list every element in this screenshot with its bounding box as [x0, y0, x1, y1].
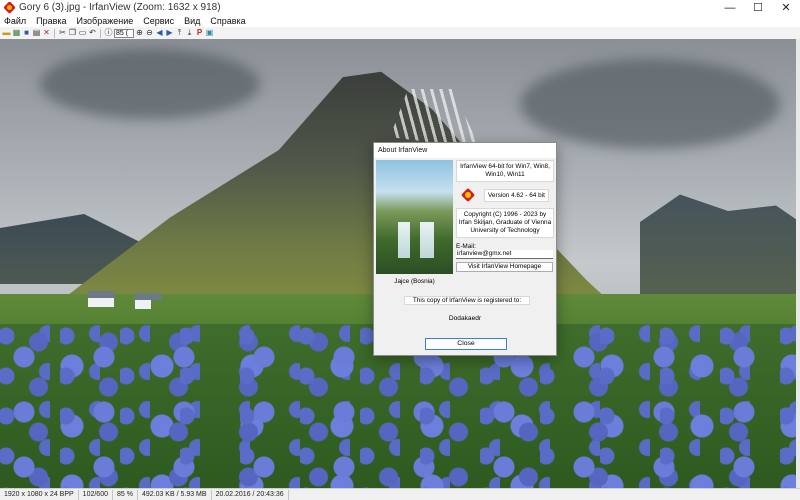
photo-caption: Jajce (Bosnia) — [394, 278, 435, 285]
email-field[interactable]: irfanview@gmx.net — [456, 250, 553, 259]
email-label: E-Mail: — [456, 243, 476, 250]
menu-file[interactable]: Файл — [4, 16, 26, 26]
undo-icon[interactable]: ↶ — [88, 29, 97, 38]
minimize-button[interactable]: — — [716, 0, 744, 15]
menu-view[interactable]: Вид — [184, 16, 200, 26]
open-folder-icon[interactable]: ▬ — [2, 29, 11, 38]
first-image-icon[interactable]: ⤒ — [175, 29, 184, 38]
info-icon[interactable]: ⓘ — [104, 29, 113, 38]
about-dialog: About IrfanView Jajce (Bosnia) IrfanView… — [373, 142, 557, 356]
menu-image[interactable]: Изображение — [77, 16, 134, 26]
copyright-text: Copyright (C) 1996 - 2023 by Irfan Skilj… — [456, 208, 554, 238]
paste-icon[interactable]: ▭ — [78, 29, 87, 38]
version-text: Version 4.62 - 64 bit — [484, 188, 549, 202]
about-photo — [376, 160, 453, 274]
maximize-button[interactable]: ☐ — [744, 0, 772, 15]
save-icon[interactable]: ■ — [22, 29, 31, 38]
about-dialog-title[interactable]: About IrfanView — [374, 143, 556, 158]
version-row: Version 4.62 - 64 bit — [456, 188, 554, 202]
irfanview-app-icon[interactable] — [4, 2, 15, 13]
delete-icon[interactable]: ✕ — [42, 29, 51, 38]
previous-image-icon[interactable]: ◀ — [155, 29, 164, 38]
about-info: IrfanView 64-bit for Win7, Win8, Win10, … — [456, 160, 554, 272]
visit-homepage-button[interactable]: Visit IrfanView Homepage — [456, 262, 553, 272]
zoom-in-icon[interactable]: ⊕ — [135, 29, 144, 38]
next-image-icon[interactable]: ▶ — [165, 29, 174, 38]
status-file-size: 492.03 KB / 5.93 MB — [138, 489, 212, 500]
photo-waterfall — [420, 222, 434, 258]
last-image-icon[interactable]: ⤓ — [185, 29, 194, 38]
toolbar: ▬ ▦ ■ ▤ ✕ ✂ ❐ ▭ ↶ ⓘ 85 ( ⊕ ⊖ ◀ ▶ ⤒ ⤓ P ▣ — [0, 27, 800, 39]
registered-name: Dodakaedr — [448, 315, 482, 322]
photo-cloud — [40, 49, 260, 119]
window-right-edge — [796, 39, 800, 488]
menu-edit[interactable]: Правка — [36, 16, 66, 26]
close-window-button[interactable]: ✕ — [772, 0, 800, 15]
photo-farmhouse — [135, 299, 151, 309]
status-datetime: 20.02.2016 / 20:43:36 — [212, 489, 289, 500]
zoom-out-icon[interactable]: ⊖ — [145, 29, 154, 38]
status-zoom: 85 % — [113, 489, 138, 500]
menu-bar: Файл Правка Изображение Сервис Вид Справ… — [0, 15, 800, 27]
slideshow-icon[interactable]: ▦ — [12, 29, 21, 38]
photo-waterfall — [398, 222, 410, 258]
photo-cloud — [520, 59, 780, 149]
image-properties-icon[interactable]: ▣ — [205, 29, 214, 38]
status-resolution: 1920 x 1080 x 24 BPP — [0, 489, 79, 500]
paint-icon[interactable]: P — [195, 29, 204, 38]
menu-help[interactable]: Справка — [210, 16, 245, 26]
menu-tools[interactable]: Сервис — [143, 16, 174, 26]
status-index: 102/600 — [79, 489, 113, 500]
cut-icon[interactable]: ✂ — [58, 29, 67, 38]
toolbar-separator — [100, 28, 101, 38]
close-button[interactable]: Close — [425, 338, 507, 350]
toolbar-separator — [54, 28, 55, 38]
status-bar: 1920 x 1080 x 24 BPP 102/600 85 % 492.03… — [0, 488, 800, 500]
edition-text: IrfanView 64-bit for Win7, Win8, Win10, … — [456, 160, 554, 182]
photo-farmhouse — [88, 297, 114, 307]
registered-to-text: This copy of IrfanView is registered to: — [404, 296, 530, 305]
copy-icon[interactable]: ❐ — [68, 29, 77, 38]
title-bar: Gory 6 (3).jpg - IrfanView (Zoom: 1632 x… — [0, 0, 800, 15]
window-title: Gory 6 (3).jpg - IrfanView (Zoom: 1632 x… — [19, 2, 221, 13]
print-icon[interactable]: ▤ — [32, 29, 41, 38]
zoom-select[interactable]: 85 ( — [114, 28, 134, 38]
irfanview-logo-icon — [461, 188, 475, 202]
